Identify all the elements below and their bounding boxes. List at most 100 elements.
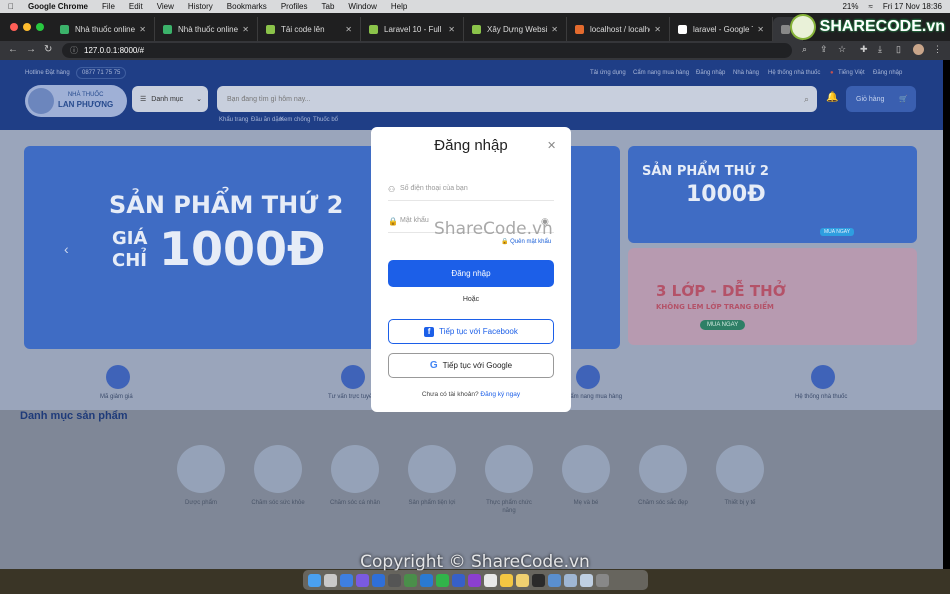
suggestion-tag[interactable]: Kem chống: [280, 117, 310, 123]
tab-close-icon[interactable]: ✕: [448, 25, 455, 34]
category-label[interactable]: Chăm sóc sắc đẹp: [633, 500, 693, 508]
top-link-language[interactable]: Tiếng Việt: [838, 70, 865, 76]
suggestion-tag[interactable]: Đầu ăn dặm: [251, 117, 284, 123]
wifi-icon[interactable]: ≈: [868, 2, 872, 11]
browser-tab[interactable]: Laravel 10 - Full so✕: [361, 17, 464, 41]
category-label[interactable]: Thiết bị y tế: [710, 500, 770, 508]
app-icon[interactable]: [436, 573, 449, 587]
tab-close-icon[interactable]: ✕: [242, 25, 249, 34]
app-icon[interactable]: [484, 573, 497, 587]
category-image[interactable]: [254, 445, 302, 493]
quick-link-voucher[interactable]: Mã giảm giá: [100, 394, 133, 400]
tab-close-icon[interactable]: ✕: [654, 25, 661, 34]
window-zoom-icon[interactable]: [36, 23, 44, 31]
app-icon[interactable]: [388, 573, 401, 587]
browser-tab[interactable]: laravel - Google Tìm✕: [670, 17, 773, 41]
menu-profiles[interactable]: Profiles: [281, 2, 308, 11]
browser-tab[interactable]: Tải code lên ✕: [258, 17, 361, 41]
category-image[interactable]: [177, 445, 225, 493]
top-link-guide[interactable]: Cẩm nang mua hàng: [633, 70, 689, 76]
window-minimize-icon[interactable]: [23, 23, 31, 31]
top-link-login[interactable]: Đăng nhập: [696, 70, 725, 76]
category-image[interactable]: [716, 445, 764, 493]
prev-arrow-icon[interactable]: ‹: [64, 241, 69, 257]
voucher-icon[interactable]: [106, 365, 130, 389]
extensions-icon[interactable]: ✚: [860, 44, 868, 55]
side-banner-bottom[interactable]: 3 LỚP - DỄ THỞ KHÔNG LEM LỚP TRANG ĐIỂM …: [628, 248, 917, 345]
menu-view[interactable]: View: [157, 2, 174, 11]
facebook-login-button[interactable]: f Tiếp tục với Facebook: [388, 319, 554, 344]
store-icon[interactable]: [811, 365, 835, 389]
browser-tab[interactable]: localhost / localhost✕: [567, 17, 670, 41]
browser-tab[interactable]: Nhà thuốc online ✕: [52, 17, 155, 41]
tab-close-icon[interactable]: ✕: [551, 25, 558, 34]
side-banner-top[interactable]: SẢN PHẨM THỨ 2 1000Đ MUA NGAY: [628, 146, 917, 243]
top-link-stores[interactable]: Hệ thống nhà thuốc: [768, 70, 820, 76]
consult-icon[interactable]: [341, 365, 365, 389]
category-image[interactable]: [331, 445, 379, 493]
quick-link-stores[interactable]: Hệ thống nhà thuốc: [795, 394, 847, 400]
category-image[interactable]: [562, 445, 610, 493]
window-close-icon[interactable]: [10, 23, 18, 31]
category-label[interactable]: Dược phẩm: [171, 500, 231, 508]
zoom-icon[interactable]: ⌕: [802, 44, 807, 55]
site-logo[interactable]: NHÀ THUỐC LAN PHƯƠNG: [25, 85, 127, 117]
app-icon[interactable]: [452, 573, 465, 587]
category-label[interactable]: Mẹ và bé: [556, 500, 616, 508]
close-icon[interactable]: ✕: [547, 139, 556, 152]
guide-icon[interactable]: [576, 365, 600, 389]
app-icon[interactable]: [468, 573, 481, 587]
menu-edit[interactable]: Edit: [129, 2, 143, 11]
top-link-store[interactable]: Nhà hàng: [733, 70, 759, 76]
vscode-icon[interactable]: [420, 573, 433, 587]
login-button[interactable]: Đăng nhập: [388, 260, 554, 287]
app-icon[interactable]: [372, 573, 385, 587]
menu-help[interactable]: Help: [391, 2, 407, 11]
launchpad-icon[interactable]: [324, 573, 337, 587]
trash-icon[interactable]: [596, 573, 609, 587]
menu-history[interactable]: History: [188, 2, 213, 11]
safari-icon[interactable]: [340, 573, 353, 587]
app-icon[interactable]: [548, 573, 561, 587]
menu-tab[interactable]: Tab: [322, 2, 335, 11]
quick-link-consult[interactable]: Tư vấn trực tuyến: [328, 394, 376, 400]
app-icon[interactable]: [532, 573, 545, 587]
search-icon[interactable]: ⌕: [804, 94, 809, 105]
info-icon[interactable]: ⓘ: [70, 45, 78, 56]
menu-app-name[interactable]: Google Chrome: [28, 2, 88, 11]
buy-now-button[interactable]: MUA NGAY: [820, 228, 855, 236]
signup-link[interactable]: Đăng ký ngay: [480, 391, 520, 398]
forward-icon[interactable]: →: [26, 44, 36, 55]
phone-field[interactable]: ⚇ Số điện thoại của bạn: [388, 177, 554, 201]
category-image[interactable]: [639, 445, 687, 493]
hotline-number[interactable]: 0877 71 75 75: [76, 67, 127, 79]
menu-file[interactable]: File: [102, 2, 115, 11]
app-icon[interactable]: [564, 573, 577, 587]
app-icon[interactable]: [404, 573, 417, 587]
suggestion-tag[interactable]: Thuốc bổ: [313, 117, 338, 123]
buy-now-button[interactable]: MUA NGAY: [700, 320, 746, 330]
top-link-app[interactable]: Tải ứng dụng: [590, 70, 626, 76]
suggestion-tag[interactable]: Khẩu trang: [219, 117, 248, 123]
tab-close-icon[interactable]: ✕: [757, 25, 764, 34]
url-bar[interactable]: ⓘ 127.0.0.1:8000/#: [62, 43, 792, 58]
tab-close-icon[interactable]: ✕: [345, 25, 352, 34]
browser-tab[interactable]: Nhà thuốc online | L✕: [155, 17, 258, 41]
chrome-icon[interactable]: [500, 573, 513, 587]
reload-icon[interactable]: ↻: [44, 44, 52, 55]
battery-percent[interactable]: 21%: [842, 2, 858, 11]
browser-tab[interactable]: Xây Dựng Website H✕: [464, 17, 567, 41]
category-menu-button[interactable]: ☰ Danh mục ⌄: [132, 86, 208, 112]
bell-icon[interactable]: 🔔: [826, 92, 838, 103]
download-icon[interactable]: ⤓: [878, 44, 882, 55]
category-label[interactable]: Sản phẩm tiện lợi: [402, 500, 462, 508]
apple-icon[interactable]: : [8, 2, 14, 11]
category-image[interactable]: [408, 445, 456, 493]
category-label[interactable]: Thực phẩm chức năng: [479, 500, 539, 516]
back-icon[interactable]: ←: [8, 44, 18, 55]
finder-icon[interactable]: [308, 573, 321, 587]
category-image[interactable]: [485, 445, 533, 493]
category-label[interactable]: Chăm sóc sức khỏe: [248, 500, 308, 508]
search-input[interactable]: Bạn đang tìm gì hôm nay... ⌕: [217, 86, 817, 112]
app-icon[interactable]: [580, 573, 593, 587]
